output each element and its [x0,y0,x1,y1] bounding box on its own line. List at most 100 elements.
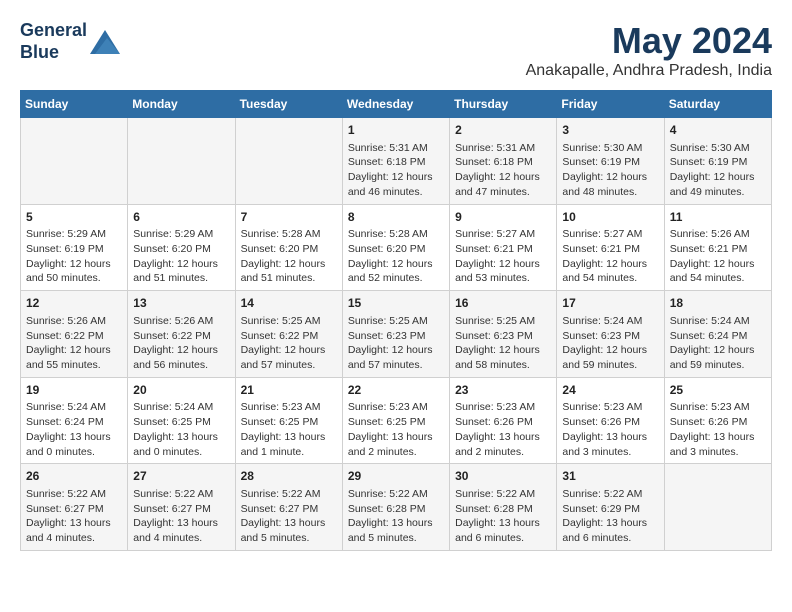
calendar-week-row: 12Sunrise: 5:26 AM Sunset: 6:22 PM Dayli… [21,291,772,378]
day-number: 7 [241,209,337,226]
day-number: 22 [348,382,444,399]
calendar-cell: 15Sunrise: 5:25 AM Sunset: 6:23 PM Dayli… [342,291,449,378]
calendar-week-row: 26 Sunrise: 5:22 AM Sunset: 6:27 PM Dayli… [21,464,772,551]
calendar-cell: 11 Sunrise: 5:26 AM Sunset: 6:21 PM Dayli… [664,204,771,291]
day-number: 26 [26,468,122,485]
day-info: Sunrise: 5:23 AM Sunset: 6:25 PM Dayligh… [348,401,433,457]
day-info: Sunrise: 5:28 AM Sunset: 6:20 PM Dayligh… [348,228,433,284]
day-number: 6 [133,209,229,226]
day-number: 13 [133,295,229,312]
calendar-cell: 18 Sunrise: 5:24 AM Sunset: 6:24 PM Dayli… [664,291,771,378]
calendar-cell: 29 Sunrise: 5:22 AM Sunset: 6:28 PM Dayli… [342,464,449,551]
day-info: Sunrise: 5:24 AM Sunset: 6:24 PM Dayligh… [26,401,111,457]
day-info: Sunrise: 5:31 AM Sunset: 6:18 PM Dayligh… [455,142,540,198]
day-number: 2 [455,122,551,139]
day-number: 20 [133,382,229,399]
day-info: Sunrise: 5:26 AM Sunset: 6:22 PM Dayligh… [26,315,111,371]
calendar-week-row: 5 Sunrise: 5:29 AM Sunset: 6:19 PM Daylig… [21,204,772,291]
day-info: Sunrise: 5:23 AM Sunset: 6:25 PM Dayligh… [241,401,326,457]
day-number: 31 [562,468,658,485]
calendar-cell: 22 Sunrise: 5:23 AM Sunset: 6:25 PM Dayli… [342,377,449,464]
calendar-cell: 4Sunrise: 5:30 AM Sunset: 6:19 PM Daylig… [664,118,771,205]
calendar-cell: 20Sunrise: 5:24 AM Sunset: 6:25 PM Dayli… [128,377,235,464]
day-info: Sunrise: 5:24 AM Sunset: 6:24 PM Dayligh… [670,315,755,371]
day-number: 8 [348,209,444,226]
calendar-cell [664,464,771,551]
page-header: General Blue May 2024 Anakapalle, Andhra… [20,20,772,80]
calendar-cell [21,118,128,205]
day-number: 1 [348,122,444,139]
logo-icon [90,30,120,54]
calendar-cell: 31Sunrise: 5:22 AM Sunset: 6:29 PM Dayli… [557,464,664,551]
calendar-cell: 2 Sunrise: 5:31 AM Sunset: 6:18 PM Daylig… [450,118,557,205]
day-number: 5 [26,209,122,226]
day-number: 11 [670,209,766,226]
day-info: Sunrise: 5:31 AM Sunset: 6:18 PM Dayligh… [348,142,433,198]
day-info: Sunrise: 5:22 AM Sunset: 6:28 PM Dayligh… [455,488,540,544]
calendar-cell: 3 Sunrise: 5:30 AM Sunset: 6:19 PM Daylig… [557,118,664,205]
calendar-cell [128,118,235,205]
calendar-cell: 9Sunrise: 5:27 AM Sunset: 6:21 PM Daylig… [450,204,557,291]
day-info: Sunrise: 5:22 AM Sunset: 6:27 PM Dayligh… [241,488,326,544]
calendar-cell: 7 Sunrise: 5:28 AM Sunset: 6:20 PM Daylig… [235,204,342,291]
day-number: 23 [455,382,551,399]
day-number: 17 [562,295,658,312]
day-info: Sunrise: 5:22 AM Sunset: 6:27 PM Dayligh… [26,488,111,544]
calendar-cell: 1 Sunrise: 5:31 AM Sunset: 6:18 PM Daylig… [342,118,449,205]
day-info: Sunrise: 5:22 AM Sunset: 6:27 PM Dayligh… [133,488,218,544]
day-number: 24 [562,382,658,399]
day-info: Sunrise: 5:23 AM Sunset: 6:26 PM Dayligh… [562,401,647,457]
day-info: Sunrise: 5:30 AM Sunset: 6:19 PM Dayligh… [562,142,647,198]
calendar-cell: 25Sunrise: 5:23 AM Sunset: 6:26 PM Dayli… [664,377,771,464]
day-info: Sunrise: 5:26 AM Sunset: 6:22 PM Dayligh… [133,315,218,371]
weekday-header-sunday: Sunday [21,91,128,118]
day-info: Sunrise: 5:25 AM Sunset: 6:23 PM Dayligh… [455,315,540,371]
day-number: 18 [670,295,766,312]
day-number: 28 [241,468,337,485]
subtitle: Anakapalle, Andhra Pradesh, India [526,62,772,80]
weekday-header-row: SundayMondayTuesdayWednesdayThursdayFrid… [21,91,772,118]
calendar-cell: 16Sunrise: 5:25 AM Sunset: 6:23 PM Dayli… [450,291,557,378]
day-number: 19 [26,382,122,399]
calendar-table: SundayMondayTuesdayWednesdayThursdayFrid… [20,90,772,551]
calendar-cell [235,118,342,205]
day-info: Sunrise: 5:22 AM Sunset: 6:28 PM Dayligh… [348,488,433,544]
day-number: 14 [241,295,337,312]
title-section: May 2024 Anakapalle, Andhra Pradesh, Ind… [526,20,772,80]
calendar-cell: 6 Sunrise: 5:29 AM Sunset: 6:20 PM Daylig… [128,204,235,291]
calendar-cell: 5 Sunrise: 5:29 AM Sunset: 6:19 PM Daylig… [21,204,128,291]
calendar-week-row: 19 Sunrise: 5:24 AM Sunset: 6:24 PM Dayli… [21,377,772,464]
day-info: Sunrise: 5:27 AM Sunset: 6:21 PM Dayligh… [562,228,647,284]
calendar-cell: 10 Sunrise: 5:27 AM Sunset: 6:21 PM Dayli… [557,204,664,291]
day-number: 30 [455,468,551,485]
calendar-cell: 17 Sunrise: 5:24 AM Sunset: 6:23 PM Dayli… [557,291,664,378]
day-info: Sunrise: 5:28 AM Sunset: 6:20 PM Dayligh… [241,228,326,284]
day-info: Sunrise: 5:25 AM Sunset: 6:22 PM Dayligh… [241,315,326,371]
day-info: Sunrise: 5:30 AM Sunset: 6:19 PM Dayligh… [670,142,755,198]
day-number: 29 [348,468,444,485]
weekday-header-saturday: Saturday [664,91,771,118]
logo-text: General Blue [20,20,87,63]
day-info: Sunrise: 5:27 AM Sunset: 6:21 PM Dayligh… [455,228,540,284]
day-info: Sunrise: 5:29 AM Sunset: 6:19 PM Dayligh… [26,228,111,284]
weekday-header-friday: Friday [557,91,664,118]
day-number: 3 [562,122,658,139]
calendar-cell: 26 Sunrise: 5:22 AM Sunset: 6:27 PM Dayli… [21,464,128,551]
day-number: 21 [241,382,337,399]
weekday-header-monday: Monday [128,91,235,118]
day-info: Sunrise: 5:23 AM Sunset: 6:26 PM Dayligh… [455,401,540,457]
day-number: 27 [133,468,229,485]
day-info: Sunrise: 5:26 AM Sunset: 6:21 PM Dayligh… [670,228,755,284]
day-info: Sunrise: 5:29 AM Sunset: 6:20 PM Dayligh… [133,228,218,284]
day-info: Sunrise: 5:24 AM Sunset: 6:23 PM Dayligh… [562,315,647,371]
main-title: May 2024 [526,20,772,62]
calendar-cell: 23 Sunrise: 5:23 AM Sunset: 6:26 PM Dayli… [450,377,557,464]
day-number: 10 [562,209,658,226]
calendar-cell: 24 Sunrise: 5:23 AM Sunset: 6:26 PM Dayli… [557,377,664,464]
day-number: 25 [670,382,766,399]
weekday-header-tuesday: Tuesday [235,91,342,118]
day-number: 15 [348,295,444,312]
weekday-header-wednesday: Wednesday [342,91,449,118]
calendar-cell: 21 Sunrise: 5:23 AM Sunset: 6:25 PM Dayli… [235,377,342,464]
calendar-cell: 27 Sunrise: 5:22 AM Sunset: 6:27 PM Dayli… [128,464,235,551]
